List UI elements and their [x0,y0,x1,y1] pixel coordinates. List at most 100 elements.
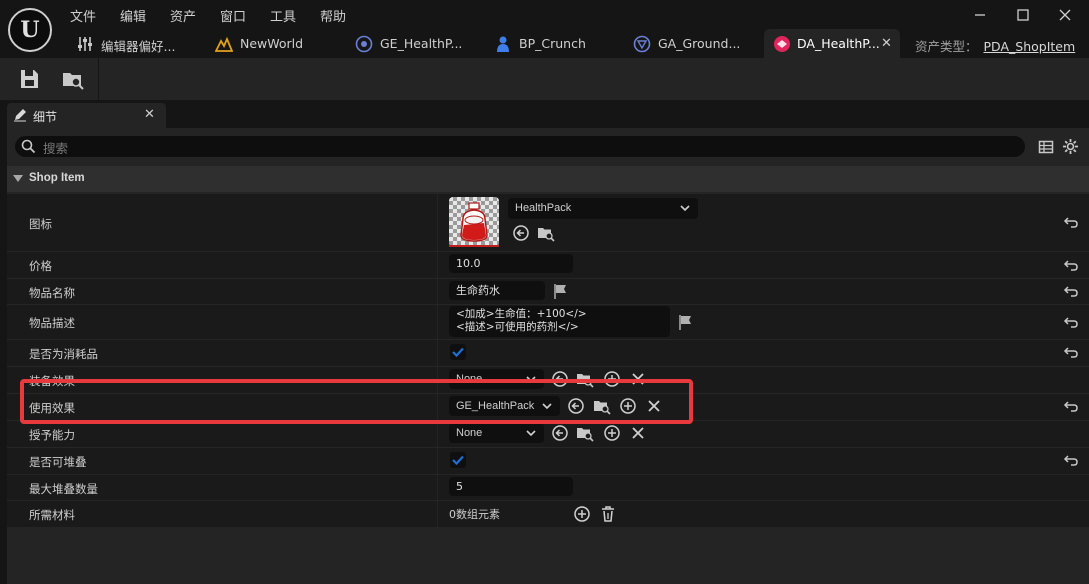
materials-array-count: 0数组元素 [449,508,500,521]
add-element-icon[interactable] [573,505,591,523]
localization-flag-icon[interactable] [677,313,695,331]
property-row-stackable: 是否可堆叠 [7,447,1089,474]
property-row-materials: 所需材料 [7,500,1089,527]
reset-to-default-icon[interactable] [1063,284,1079,298]
chevron-down-icon [680,205,690,212]
maximize-icon [1017,9,1029,21]
chevron-down-icon [526,430,536,437]
item-name-input[interactable]: 生命药水 [449,281,545,300]
character-blueprint-icon [497,36,509,52]
save-button[interactable] [16,66,42,92]
tab-bp-crunch[interactable]: BP_Crunch [494,31,614,58]
reset-to-default-icon[interactable] [1063,399,1079,413]
asset-type-color-bar [449,245,499,247]
minimize-button[interactable] [960,2,1000,28]
property-name: 物品名称 [29,286,75,300]
checkmark-icon [452,455,464,466]
close-tab-icon[interactable]: ✕ [881,36,892,51]
item-description-input[interactable]: <加成>生命值：+100</> <描述>可使用的药剂</> [449,306,670,337]
details-tab-label: 细节 [33,110,58,124]
property-name: 最大堆叠数量 [29,482,98,496]
description-line: <描述>可使用的药剂</> [456,321,579,333]
maximize-button[interactable] [1003,2,1043,28]
column-divider[interactable] [437,193,438,527]
asset-thumbnail[interactable] [449,197,499,247]
category-shop-item[interactable]: Shop Item [7,166,1089,192]
property-row-item-name: 物品名称 [7,278,1089,304]
gameplay-effect-icon [355,35,373,53]
property-name: 是否为消耗品 [29,347,98,361]
consumable-checkbox[interactable] [450,344,466,360]
property-name: 价格 [29,259,52,273]
browse-asset-button[interactable] [60,66,86,92]
property-name: 授予能力 [29,428,75,442]
sliders-icon [78,37,92,51]
tab-label: BP_Crunch [519,36,586,51]
max-stack-input[interactable]: 5 [449,477,573,496]
menu-file[interactable]: 文件 [70,6,96,25]
browse-asset-icon[interactable] [576,424,594,442]
reset-to-default-icon[interactable] [1063,345,1079,359]
tab-da-healthpack[interactable]: DA_HealthP... ✕ [764,29,900,58]
icon-asset-dropdown[interactable]: HealthPack [508,198,698,219]
localization-flag-icon[interactable] [552,282,570,300]
tab-label: NewWorld [240,36,304,51]
settings-gear-icon[interactable] [1062,138,1079,155]
grant-ability-dropdown[interactable]: None [449,423,544,443]
browse-folder-icon [63,73,84,90]
tab-ge-healthpack[interactable]: GE_HealthP... [355,31,485,58]
save-icon [21,70,38,88]
pencil-icon [14,109,26,122]
level-icon [215,36,233,52]
price-input[interactable]: 10.0 [449,254,573,273]
health-potion-icon [460,202,488,242]
unreal-logo-icon[interactable]: U [8,8,52,52]
asset-type-link[interactable]: PDA_ShopItem [984,39,1076,54]
menu-edit[interactable]: 编辑 [120,6,146,25]
tab-editor-preferences[interactable]: 编辑器偏好... [76,31,206,58]
gameplay-ability-icon [633,35,651,53]
menu-window[interactable]: 窗口 [220,6,246,25]
use-selected-icon[interactable] [512,224,530,242]
property-name: 是否可堆叠 [29,455,87,469]
use-selected-icon[interactable] [551,424,569,442]
browse-asset-icon[interactable] [537,224,555,242]
search-input[interactable]: 搜索 [15,136,1025,157]
tab-label: GE_HealthP... [380,36,463,51]
trash-icon[interactable] [599,505,617,523]
minimize-icon [975,14,985,16]
collapse-arrow-icon [13,175,23,182]
property-row-grant-ability: 授予能力 [7,420,1089,447]
tab-ga-ground[interactable]: GA_Ground... [633,31,753,58]
property-name: 物品描述 [29,316,75,330]
close-icon [1059,9,1071,21]
menu-help[interactable]: 帮助 [320,6,346,25]
toolbar-separator [98,58,99,100]
checkmark-icon [452,347,464,358]
category-label: Shop Item [29,172,85,184]
tab-label: GA_Ground... [658,36,741,51]
table-view-icon[interactable] [1038,139,1054,155]
reset-to-default-icon[interactable] [1063,258,1079,272]
data-asset-icon [774,36,790,52]
property-name: 所需材料 [29,508,75,522]
asset-type-info: 资产类型： PDA_ShopItem [915,36,1075,55]
tab-newworld[interactable]: NewWorld [215,31,335,58]
close-details-icon[interactable]: ✕ [144,107,155,122]
clear-icon[interactable] [629,424,647,442]
tab-label: DA_HealthP... [797,36,880,51]
asset-toolbar [0,58,1089,100]
menu-tools[interactable]: 工具 [270,6,296,25]
search-placeholder: 搜索 [43,141,69,156]
add-icon[interactable] [603,424,621,442]
reset-to-default-icon[interactable] [1063,315,1079,329]
reset-to-default-icon[interactable] [1063,215,1079,229]
reset-to-default-icon[interactable] [1063,453,1079,467]
close-window-button[interactable] [1045,2,1085,28]
stackable-checkbox[interactable] [450,452,466,468]
grant-ability-value: None [456,427,483,439]
details-panel-tab[interactable]: 细节 ✕ [7,103,166,128]
tab-label: 编辑器偏好... [101,39,176,54]
property-name: 图标 [29,217,52,231]
menu-asset[interactable]: 资产 [170,6,196,25]
